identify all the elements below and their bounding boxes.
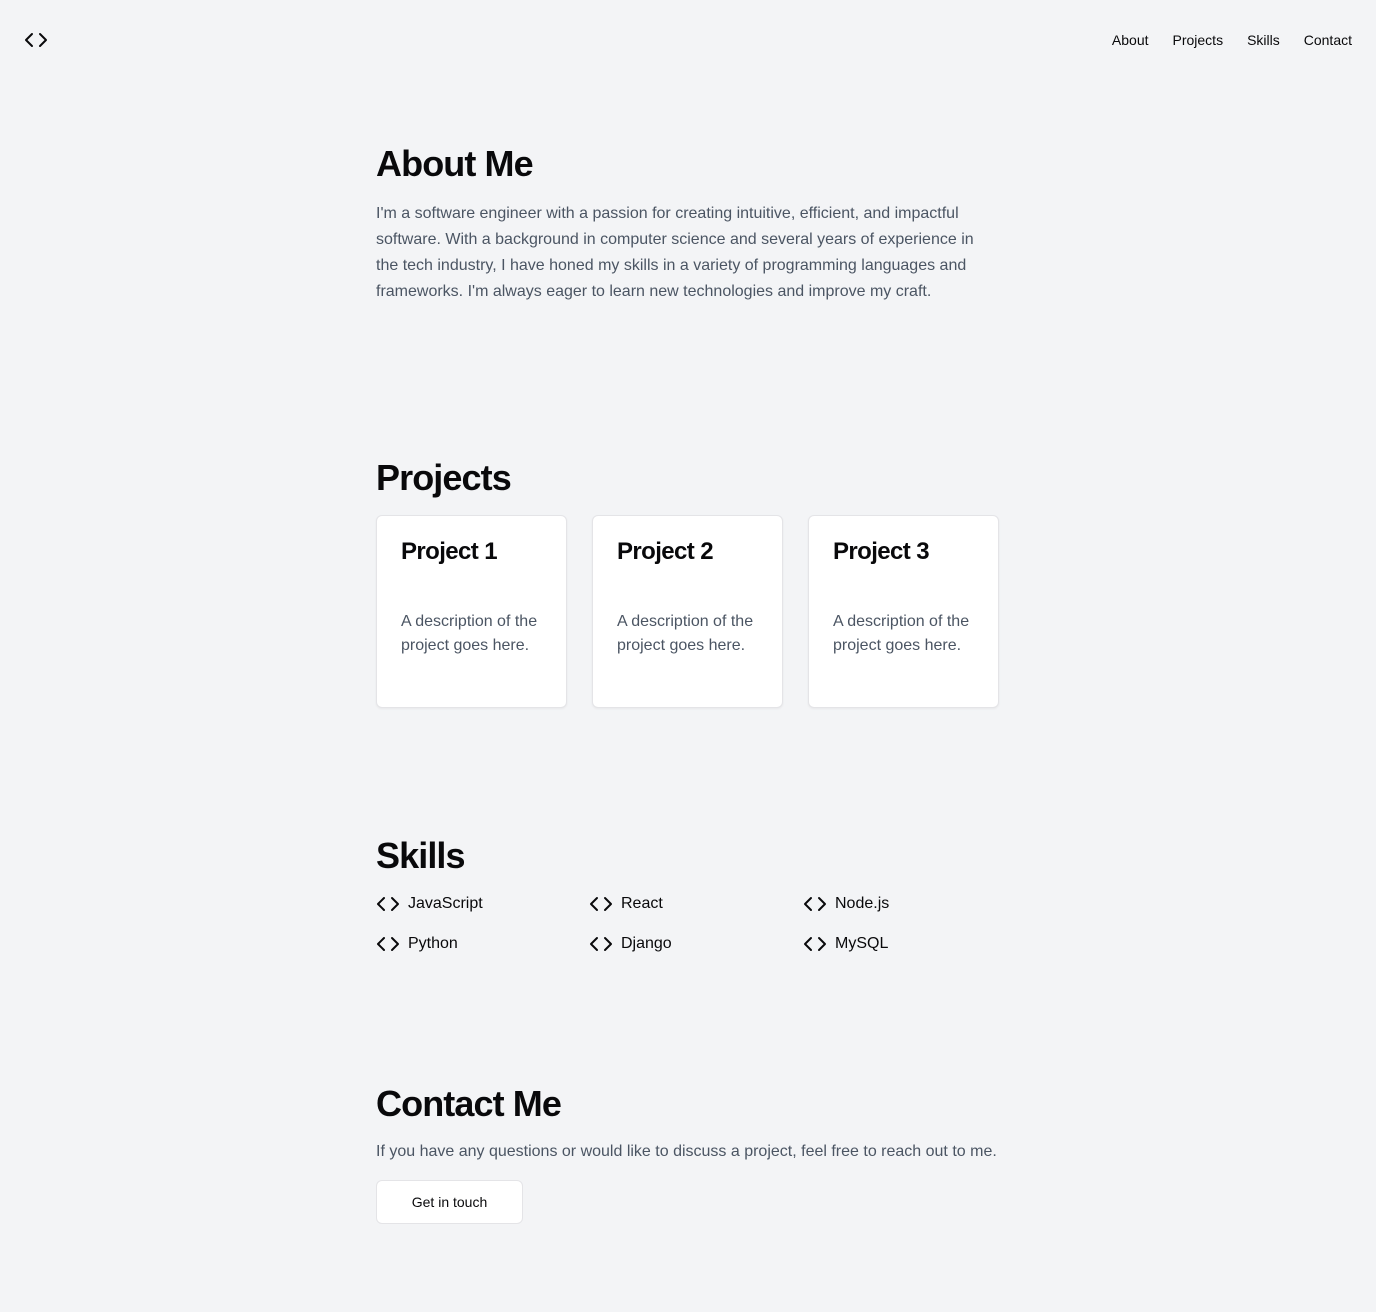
project-card-1[interactable]: Project 1 A description of the project g… bbox=[376, 515, 567, 708]
get-in-touch-button[interactable]: Get in touch bbox=[376, 1180, 523, 1224]
about-body: I'm a software engineer with a passion f… bbox=[376, 205, 974, 300]
skills-title: Skills bbox=[376, 835, 466, 876]
project-card-title: Project 3 bbox=[833, 538, 930, 565]
nav-link-about[interactable]: About bbox=[1112, 30, 1149, 50]
code-icon bbox=[804, 937, 826, 951]
contact-body: If you have any questions or would like … bbox=[376, 1143, 997, 1160]
project-cards: Project 1 A description of the project g… bbox=[376, 515, 1000, 708]
code-icon bbox=[590, 897, 612, 911]
projects-section: Projects Project 1 A description of the … bbox=[376, 458, 1000, 708]
about-section: About Me I'm a software engineer with a … bbox=[376, 144, 1000, 305]
skill-item-python: Python bbox=[376, 932, 589, 956]
site-header: About Projects Skills Contact bbox=[0, 0, 1376, 80]
skill-label: Node.js bbox=[835, 895, 890, 912]
skill-item-react: React bbox=[589, 892, 803, 916]
contact-section: Contact Me If you have any questions or … bbox=[376, 1084, 1000, 1224]
skill-item-mysql: MySQL bbox=[803, 932, 1000, 956]
code-icon[interactable] bbox=[24, 28, 48, 52]
code-icon bbox=[804, 897, 826, 911]
nav-link-projects[interactable]: Projects bbox=[1173, 30, 1224, 50]
project-card-title: Project 1 bbox=[401, 538, 498, 565]
skill-label: React bbox=[621, 895, 663, 912]
project-card-description: A description of the project goes here. bbox=[401, 613, 538, 654]
code-icon bbox=[377, 897, 399, 911]
project-card-description: A description of the project goes here. bbox=[617, 613, 754, 654]
project-card-title: Project 2 bbox=[617, 538, 714, 565]
skill-item-javascript: JavaScript bbox=[376, 892, 589, 916]
nav-link-skills[interactable]: Skills bbox=[1247, 30, 1280, 50]
projects-title: Projects bbox=[376, 457, 512, 498]
skill-label: MySQL bbox=[835, 935, 889, 952]
project-card-3[interactable]: Project 3 A description of the project g… bbox=[808, 515, 999, 708]
contact-title: Contact Me bbox=[376, 1083, 562, 1124]
code-icon bbox=[377, 937, 399, 951]
skills-grid: JavaScript React Node.js Python Django M… bbox=[376, 892, 1000, 956]
about-title: About Me bbox=[376, 143, 534, 184]
skill-label: Django bbox=[621, 935, 672, 952]
skill-item-nodejs: Node.js bbox=[803, 892, 1000, 916]
code-icon bbox=[590, 937, 612, 951]
skill-label: Python bbox=[408, 935, 458, 952]
nav-link-contact[interactable]: Contact bbox=[1304, 30, 1352, 50]
skill-item-django: Django bbox=[589, 932, 803, 956]
skills-section: Skills JavaScript React Node.js Python D… bbox=[376, 836, 1000, 956]
skill-label: JavaScript bbox=[408, 895, 483, 912]
main-nav: About Projects Skills Contact bbox=[1112, 30, 1352, 50]
project-card-2[interactable]: Project 2 A description of the project g… bbox=[592, 515, 783, 708]
project-card-description: A description of the project goes here. bbox=[833, 613, 970, 654]
